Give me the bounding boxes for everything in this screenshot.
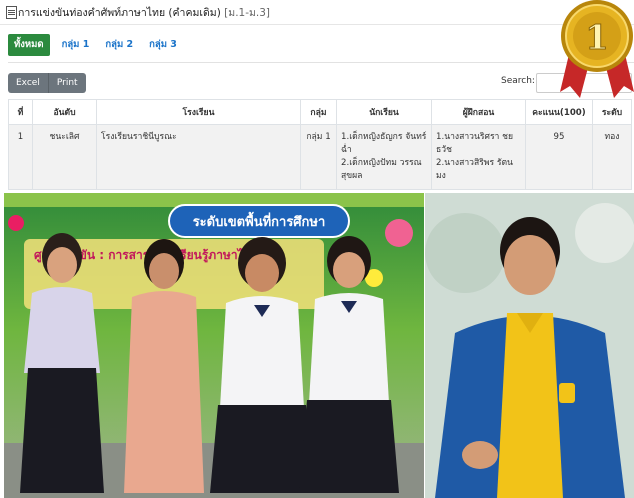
cell-level: ทอง: [592, 124, 632, 190]
student-2: 2.เด็กหญิงปัทม วรรณ สุขผล: [341, 158, 422, 181]
cell-students: 1.เด็กหญิงธัญกร จันทร์ฉ่ำ 2.เด็กหญิงปัทม…: [336, 124, 432, 190]
title-level: [ม.1-ม.3]: [224, 7, 271, 19]
group-tabs: ทั้งหมด กลุ่ม 1 กลุ่ม 2 กลุ่ม 3: [8, 34, 185, 56]
export-buttons: Excel Print: [8, 73, 86, 93]
student-1: 1.เด็กหญิงธัญกร จันทร์ฉ่ำ: [341, 132, 427, 155]
medal-number: 1: [585, 18, 609, 58]
coach-2: 2.นางสาวสิริพร รัตน มง: [436, 158, 513, 181]
results-table: ที่ อันดับ โรงเรียน กลุ่ม นักเรียน ผู้ฝึ…: [8, 99, 632, 190]
cell-school: โรงเรียนราชินีบูรณะ: [96, 124, 301, 190]
tab-all[interactable]: ทั้งหมด: [8, 34, 50, 56]
header-students[interactable]: นักเรียน: [336, 99, 432, 125]
excel-button[interactable]: Excel: [8, 73, 49, 93]
cell-score: 95: [525, 124, 593, 190]
table-header-row: ที่ อันดับ โรงเรียน กลุ่ม นักเรียน ผู้ฝึ…: [8, 99, 632, 125]
header-score[interactable]: คะแนน(100): [525, 99, 593, 125]
page-title: การแข่งขันท่องคำศัพท์ภาษาไทย (คำคมเดิม) …: [18, 4, 270, 21]
gold-medal-icon: 1: [560, 0, 634, 98]
portrait-photo: [425, 193, 634, 498]
coach-1: 1.นางสาวนริศรา ชย ธวัช: [436, 132, 513, 155]
tab-group-1[interactable]: กลุ่ม 1: [54, 34, 98, 56]
tab-group-3[interactable]: กลุ่ม 3: [141, 34, 185, 56]
search-label: Search:: [501, 76, 535, 86]
header-rank[interactable]: อันดับ: [32, 99, 97, 125]
cell-rank: ชนะเลิศ: [32, 124, 97, 190]
title-main: การแข่งขันท่องคำศัพท์ภาษาไทย (คำคมเดิม): [18, 7, 221, 19]
header-level[interactable]: ระดับ: [592, 99, 632, 125]
portrait-art: [425, 193, 634, 498]
header-group[interactable]: กลุ่ม: [300, 99, 337, 125]
tab-group-2[interactable]: กลุ่ม 2: [97, 34, 141, 56]
header-coaches[interactable]: ผู้ฝึกสอน: [431, 99, 526, 125]
cell-group: กลุ่ม 1: [300, 124, 337, 190]
cell-num: 1: [8, 124, 33, 190]
header-school[interactable]: โรงเรียน: [96, 99, 301, 125]
group-photo-art: ระดับเขตพื้นที่การศึกษา ศูนย์แข่งขัน : ก…: [4, 193, 424, 498]
cell-coaches: 1.นางสาวนริศรา ชย ธวัช 2.นางสาวสิริพร รั…: [431, 124, 526, 190]
header-num[interactable]: ที่: [8, 99, 33, 125]
document-icon: [6, 6, 17, 19]
divider: [8, 62, 634, 63]
group-photo: ระดับเขตพื้นที่การศึกษา ศูนย์แข่งขัน : ก…: [4, 193, 424, 498]
table-row: 1 ชนะเลิศ โรงเรียนราชินีบูรณะ กลุ่ม 1 1.…: [8, 124, 632, 190]
title-bar: การแข่งขันท่องคำศัพท์ภาษาไทย (คำคมเดิม) …: [0, 0, 634, 25]
print-button[interactable]: Print: [48, 73, 86, 93]
